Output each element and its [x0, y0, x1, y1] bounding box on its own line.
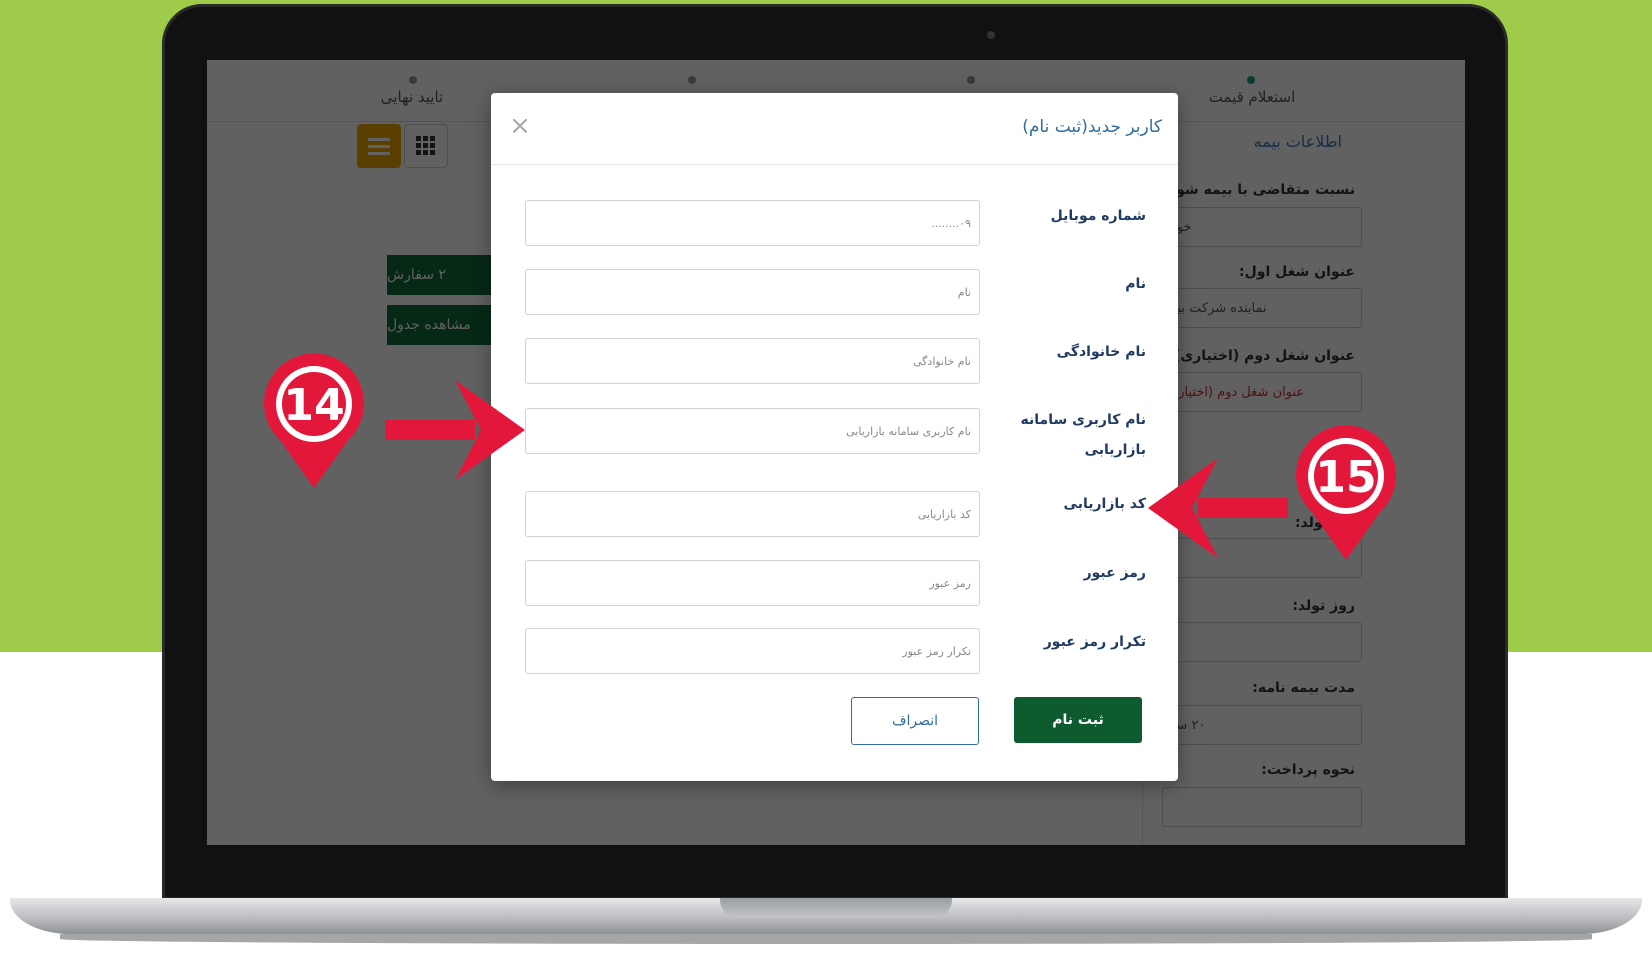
confirm-password-label: تکرار رمز عبور — [1043, 634, 1146, 650]
payment-label: نحوه پرداخت: — [1261, 762, 1355, 778]
list-icon — [368, 138, 390, 155]
step-dot-3 — [688, 76, 696, 84]
register-modal: کاربر جدید(ثبت نام) × شماره موبایل نام ن… — [491, 93, 1178, 781]
password-label: رمز عبور — [1083, 565, 1146, 581]
relation-label: نسبت متقاضی با بیمه شونده: — [1148, 182, 1355, 198]
annotation-pin-left: 14 — [264, 353, 364, 488]
duration-label: مدت بیمه نامه: — [1252, 680, 1355, 696]
last-name-label: نام خانوادگی — [1056, 344, 1146, 360]
modal-header: کاربر جدید(ثبت نام) × — [491, 93, 1178, 165]
marketing-username-input[interactable] — [525, 408, 980, 454]
grid-view-button[interactable] — [404, 124, 448, 168]
password-input[interactable] — [525, 560, 980, 606]
pin-left-number: 14 — [283, 380, 344, 431]
birth-day-label: روز تولد: — [1292, 598, 1355, 614]
step-label-4[interactable]: تایید نهایی — [357, 88, 467, 106]
order-prefix: ۲ — [438, 267, 446, 283]
register-button[interactable]: ثبت نام — [1014, 697, 1142, 743]
grid-icon — [416, 136, 435, 155]
close-icon[interactable]: × — [505, 111, 535, 141]
step-dot-4 — [409, 76, 417, 84]
job1-select[interactable]: نماینده شرکت بیمه — [1162, 288, 1362, 328]
first-name-label: نام — [1125, 276, 1146, 292]
first-name-input[interactable] — [525, 269, 980, 315]
birth-day-select[interactable]: ۳۰ — [1162, 622, 1362, 662]
table-label: مشاهده جدول — [387, 317, 471, 333]
mobile-input[interactable] — [525, 200, 980, 246]
mobile-label: شماره موبایل — [1050, 208, 1146, 224]
step-label-1[interactable]: استعلام قیمت — [1187, 88, 1317, 106]
view-table-button[interactable]: مشاهده جدول — [387, 305, 507, 345]
step-dot-2 — [967, 76, 975, 84]
job1-label: عنوان شغل اول: — [1239, 264, 1355, 280]
cancel-button[interactable]: انصراف — [851, 697, 979, 745]
annotation-pin-right: 15 — [1296, 425, 1396, 560]
laptop-notch — [720, 898, 952, 918]
arrow-left-icon — [1148, 458, 1288, 558]
job2-input[interactable]: عنوان شغل دوم (اختیاری) — [1162, 372, 1362, 412]
laptop-shadow — [60, 934, 1592, 944]
step-dot-1 — [1247, 76, 1255, 84]
last-name-input[interactable] — [525, 338, 980, 384]
order-button[interactable]: ۲ سفارش — [387, 255, 507, 295]
confirm-password-input[interactable] — [525, 628, 980, 674]
camera-icon — [987, 31, 995, 39]
marketing-code-label: کد بازاریابی — [1063, 496, 1146, 512]
pin-right-number: 15 — [1315, 452, 1376, 503]
modal-title: کاربر جدید(ثبت نام) — [1022, 117, 1162, 137]
payment-select[interactable] — [1162, 787, 1362, 827]
list-view-button[interactable] — [357, 124, 401, 168]
marketing-code-input[interactable] — [525, 491, 980, 537]
arrow-right-icon — [385, 380, 525, 480]
job2-label: عنوان شغل دوم (اختیاری): — [1168, 348, 1355, 364]
order-label: سفارش — [387, 267, 434, 283]
relation-select[interactable]: خودم — [1162, 207, 1362, 247]
marketing-username-label: نام کاربری سامانه بازاریابی — [1020, 412, 1146, 458]
duration-select[interactable]: ۲۰ سال — [1162, 705, 1362, 745]
